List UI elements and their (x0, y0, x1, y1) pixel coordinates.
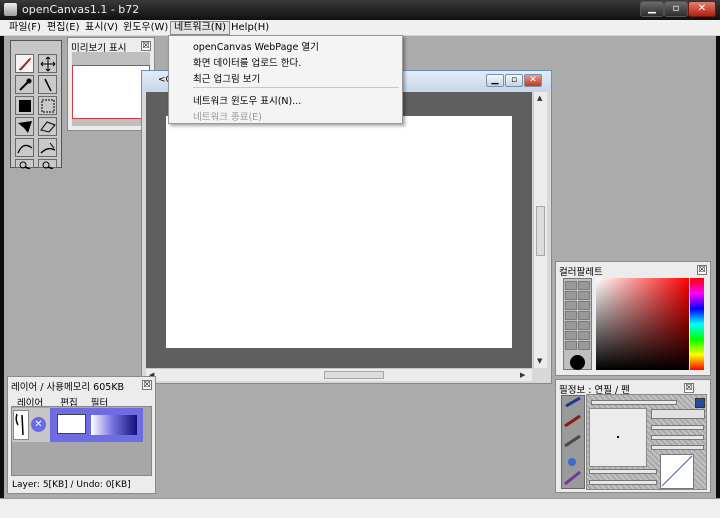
canvas-maximize-button[interactable]: ▫ (505, 74, 523, 87)
opacity-slider[interactable] (651, 425, 704, 430)
color-swatch[interactable] (565, 281, 577, 290)
layer-visibility-icon[interactable] (13, 410, 29, 440)
network-menu-dropdown: openCanvas WebPage 열기 화면 데이터를 업로드 한다. 최근… (168, 35, 403, 124)
curve-icon[interactable] (15, 138, 34, 157)
scroll-right-icon[interactable]: ▶ (520, 371, 525, 379)
color-swatch[interactable] (578, 281, 590, 290)
tool-palette (10, 40, 62, 169)
maximize-button[interactable]: ▫ (664, 1, 688, 17)
min-size-slider[interactable] (589, 480, 657, 485)
current-color-indicator (570, 355, 585, 370)
scroll-down-icon[interactable]: ▼ (537, 357, 542, 365)
color-swatch[interactable] (565, 341, 577, 350)
pressure-curve-box[interactable] (660, 454, 694, 489)
layer-panel: 레이어 / 사용메모리 605KB ☒ 레이어 편집 필터 ✕ Layer: 5… (7, 376, 156, 494)
menu-edit[interactable]: 편집(E) (44, 21, 83, 35)
brush-size-slider[interactable] (591, 400, 677, 405)
color-swatch[interactable] (565, 331, 577, 340)
status-bar (0, 498, 720, 518)
menu-window[interactable]: 윈도우(W) (120, 21, 171, 35)
preview-page[interactable] (72, 65, 150, 119)
line-icon[interactable] (38, 75, 57, 94)
blur-slider[interactable] (651, 445, 704, 450)
color-swatch[interactable] (578, 301, 590, 310)
menu-file[interactable]: 파일(F) (6, 21, 44, 35)
menu-bar: 파일(F) 편집(E) 표시(V) 윈도우(W) 네트워크(N) Help(H) (0, 20, 720, 36)
menu-separator (193, 87, 399, 88)
eyedropper-icon[interactable] (15, 75, 34, 94)
save-icon[interactable] (695, 398, 705, 408)
menu-recent-uploads[interactable]: 최근 업그림 보기 (193, 71, 260, 85)
magic-wand-icon[interactable] (38, 138, 57, 157)
preview-close-icon[interactable]: ☒ (141, 41, 151, 51)
color-palette-close-icon[interactable]: ☒ (697, 265, 707, 275)
menu-open-webpage[interactable]: openCanvas WebPage 열기 (193, 39, 319, 53)
black-square-icon[interactable] (15, 96, 34, 115)
close-button[interactable]: ✕ (688, 1, 716, 17)
brush-list[interactable] (561, 395, 585, 489)
color-swatch[interactable] (565, 301, 577, 310)
color-swatch[interactable] (578, 311, 590, 320)
color-palette-panel: 컬러팔레트 ☒ (555, 261, 711, 376)
horizontal-scroll-thumb[interactable] (324, 371, 384, 379)
layer-status: Layer: 5[KB] / Undo: 0[KB] (12, 480, 131, 490)
brush-preview (589, 408, 647, 467)
hue-slider[interactable] (690, 278, 704, 370)
selected-layer[interactable] (50, 408, 143, 442)
density-slider[interactable] (651, 435, 704, 440)
brush-info-close-icon[interactable]: ☒ (684, 383, 694, 393)
horizontal-scrollbar[interactable]: ◀ ▶ (146, 368, 532, 381)
scroll-up-icon[interactable]: ▲ (537, 94, 542, 102)
move-icon[interactable] (38, 54, 57, 73)
app-icon (4, 3, 17, 16)
title-bar: openCanvas1.1 - b72 ▁ ▫ ✕ (0, 0, 720, 20)
color-swatch[interactable] (565, 321, 577, 330)
color-swatch[interactable] (578, 291, 590, 300)
saturation-value-picker[interactable] (596, 278, 689, 370)
selection-icon[interactable] (38, 96, 57, 115)
menu-view[interactable]: 표시(V) (82, 21, 121, 35)
fill-icon[interactable] (15, 117, 34, 136)
minimize-button[interactable]: ▁ (640, 1, 664, 17)
layer-list[interactable]: ✕ (11, 406, 152, 476)
window-title: openCanvas1.1 - b72 (22, 3, 140, 16)
pen-icon[interactable] (15, 54, 34, 73)
color-swatch[interactable] (565, 291, 577, 300)
layer-opacity-gradient[interactable] (91, 415, 137, 435)
color-swatch[interactable] (565, 311, 577, 320)
color-swatch[interactable] (578, 341, 590, 350)
color-swatch[interactable] (578, 321, 590, 330)
layer-panel-title: 레이어 / 사용메모리 605KB (11, 382, 125, 393)
brush-mode-toggle[interactable] (651, 409, 705, 419)
layer-thumbnail (57, 414, 86, 434)
vertical-scrollbar[interactable]: ▲ ▼ (533, 92, 547, 368)
color-swatch[interactable] (578, 331, 590, 340)
layer-close-icon[interactable]: ☒ (142, 380, 152, 390)
menu-network-window[interactable]: 네트워크 윈도우 표시(N)... (193, 93, 301, 107)
zoom-in-icon[interactable] (15, 159, 34, 169)
menu-network[interactable]: 네트워크(N) (170, 21, 231, 35)
color-swatches (563, 278, 592, 370)
brush-controls (586, 394, 707, 490)
canvas-area[interactable] (146, 92, 532, 368)
zoom-out-icon[interactable] (38, 159, 57, 169)
menu-network-exit: 네트워크 종료(E) (193, 112, 262, 123)
canvas-close-button[interactable]: ✕ (524, 74, 542, 87)
brush-info-panel: 필정보 : 연필 / 펜 ☒ (555, 379, 711, 493)
vertical-scroll-thumb[interactable] (536, 206, 545, 256)
layer-row[interactable]: ✕ (12, 408, 143, 442)
polygon-icon[interactable] (38, 117, 57, 136)
layer-lock-icon[interactable]: ✕ (31, 417, 46, 432)
canvas-minimize-button[interactable]: ▁ (486, 74, 504, 87)
color-palette-title: 컬러팔레트 (559, 267, 603, 278)
menu-upload-screen[interactable]: 화면 데이터를 업로드 한다. (193, 55, 301, 69)
drawing-canvas[interactable] (166, 116, 512, 348)
menu-help[interactable]: Help(H) (228, 21, 272, 35)
pressure-slider[interactable] (589, 469, 657, 474)
